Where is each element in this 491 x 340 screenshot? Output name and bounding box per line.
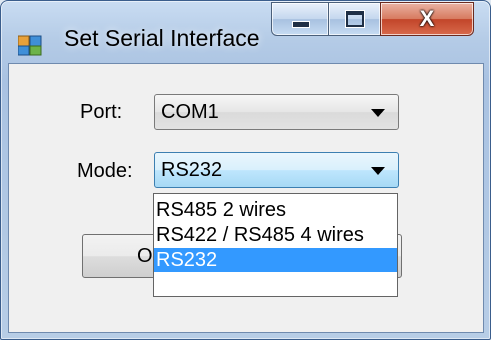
close-icon: X: [419, 6, 435, 31]
maximize-button[interactable]: [328, 2, 381, 36]
minimize-button[interactable]: [271, 2, 329, 36]
mode-dropdown-list: RS485 2 wires RS422 / RS485 4 wires RS23…: [153, 193, 398, 297]
chevron-down-icon[interactable]: [371, 167, 385, 175]
close-button[interactable]: X: [380, 2, 474, 36]
maximize-icon: [345, 10, 365, 28]
dialog-window: Set Serial Interface X Port: COM1 Mode: …: [0, 0, 491, 340]
window-title: Set Serial Interface: [64, 25, 260, 51]
ok-button-label: O: [137, 245, 153, 267]
mode-option-selected[interactable]: RS232: [154, 248, 397, 272]
title-bar[interactable]: Set Serial Interface X: [1, 1, 490, 56]
mode-option[interactable]: RS485 2 wires: [154, 198, 397, 222]
chevron-down-icon[interactable]: [371, 109, 385, 117]
port-label: Port:: [80, 101, 123, 123]
port-select[interactable]: COM1: [154, 94, 399, 130]
port-select-value: COM1: [161, 101, 219, 123]
mode-select[interactable]: RS232: [154, 152, 399, 188]
mode-select-value: RS232: [161, 159, 223, 181]
mode-label: Mode:: [77, 160, 133, 182]
mode-option[interactable]: RS422 / RS485 4 wires: [154, 223, 397, 247]
minimize-icon: [292, 21, 310, 28]
app-icon: [18, 35, 42, 56]
